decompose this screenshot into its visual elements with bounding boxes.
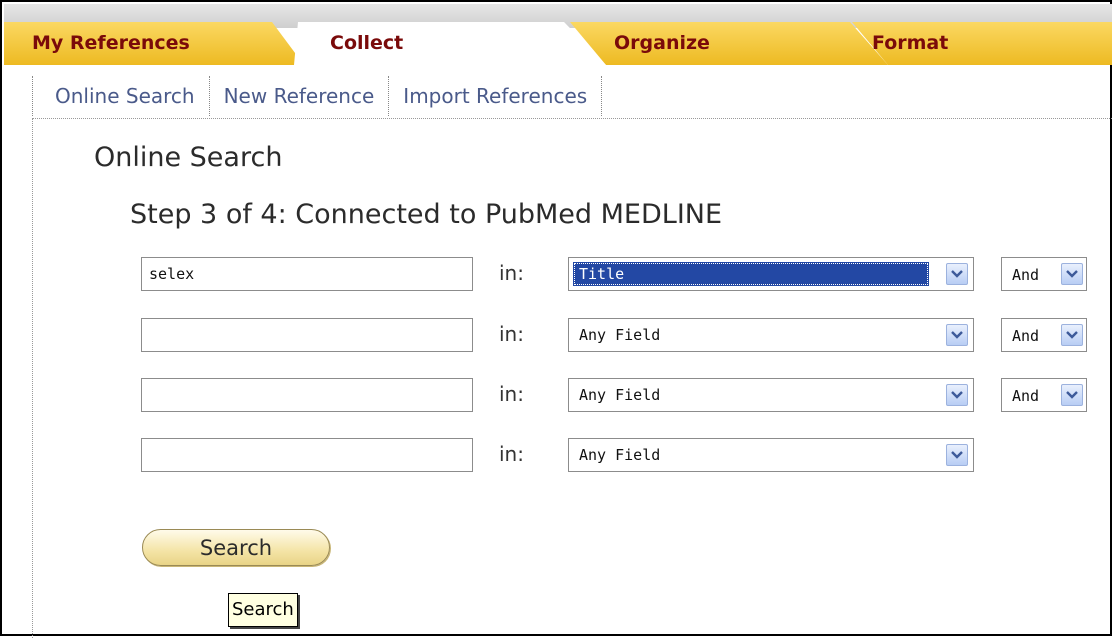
in-label: in: bbox=[499, 261, 524, 285]
chevron-down-icon[interactable] bbox=[1061, 263, 1083, 285]
subnav-online-search[interactable]: Online Search bbox=[32, 76, 210, 116]
search-button[interactable]: Search bbox=[142, 529, 330, 566]
search-row: in: Title And bbox=[2, 257, 1112, 293]
field-select-value: Any Field bbox=[579, 386, 661, 404]
field-select[interactable]: Any Field bbox=[568, 318, 974, 352]
operator-select[interactable]: And bbox=[1001, 318, 1087, 352]
field-select-value: Title bbox=[573, 262, 929, 286]
field-select-value: Any Field bbox=[579, 446, 661, 464]
tab-my-references[interactable]: My References bbox=[32, 32, 190, 54]
search-term-input[interactable] bbox=[141, 257, 473, 291]
in-label: in: bbox=[499, 382, 524, 406]
in-label: in: bbox=[499, 442, 524, 466]
operator-value: And bbox=[1012, 327, 1040, 345]
tab-organize[interactable]: Organize bbox=[614, 32, 710, 54]
search-row: in: Any Field bbox=[2, 438, 1112, 474]
chevron-down-icon[interactable] bbox=[946, 384, 968, 406]
tab-format[interactable]: Format bbox=[872, 32, 948, 54]
step-title: Step 3 of 4: Connected to PubMed MEDLINE bbox=[130, 199, 723, 230]
in-label: in: bbox=[499, 322, 524, 346]
chevron-down-icon[interactable] bbox=[946, 324, 968, 346]
field-select[interactable]: Any Field bbox=[568, 438, 974, 472]
chevron-down-icon[interactable] bbox=[1061, 384, 1083, 406]
subnav-import-references[interactable]: Import References bbox=[389, 76, 603, 116]
tab-collect[interactable]: Collect bbox=[330, 32, 403, 54]
field-select-value: Any Field bbox=[579, 326, 661, 344]
app-frame: My References Collect Organize Format On… bbox=[0, 0, 1112, 638]
subnav-new-reference[interactable]: New Reference bbox=[210, 76, 390, 116]
field-select[interactable]: Any Field bbox=[568, 378, 974, 412]
chevron-down-icon[interactable] bbox=[946, 444, 968, 466]
search-row: in: Any Field And bbox=[2, 318, 1112, 354]
search-term-input[interactable] bbox=[141, 318, 473, 352]
field-select[interactable]: Title bbox=[568, 257, 974, 291]
content-divider bbox=[32, 118, 1112, 119]
search-term-input[interactable] bbox=[141, 378, 473, 412]
page-title: Online Search bbox=[94, 142, 283, 173]
tab-bar: My References Collect Organize Format bbox=[4, 4, 1112, 65]
operator-value: And bbox=[1012, 266, 1040, 284]
operator-select[interactable]: And bbox=[1001, 257, 1087, 291]
operator-value: And bbox=[1012, 387, 1040, 405]
search-row: in: Any Field And bbox=[2, 378, 1112, 414]
chevron-down-icon[interactable] bbox=[1061, 324, 1083, 346]
sub-navigation: Online Search New Reference Import Refer… bbox=[32, 76, 603, 116]
search-tooltip: Search bbox=[228, 593, 298, 627]
search-term-input[interactable] bbox=[141, 438, 473, 472]
chevron-down-icon[interactable] bbox=[946, 263, 968, 285]
operator-select[interactable]: And bbox=[1001, 378, 1087, 412]
